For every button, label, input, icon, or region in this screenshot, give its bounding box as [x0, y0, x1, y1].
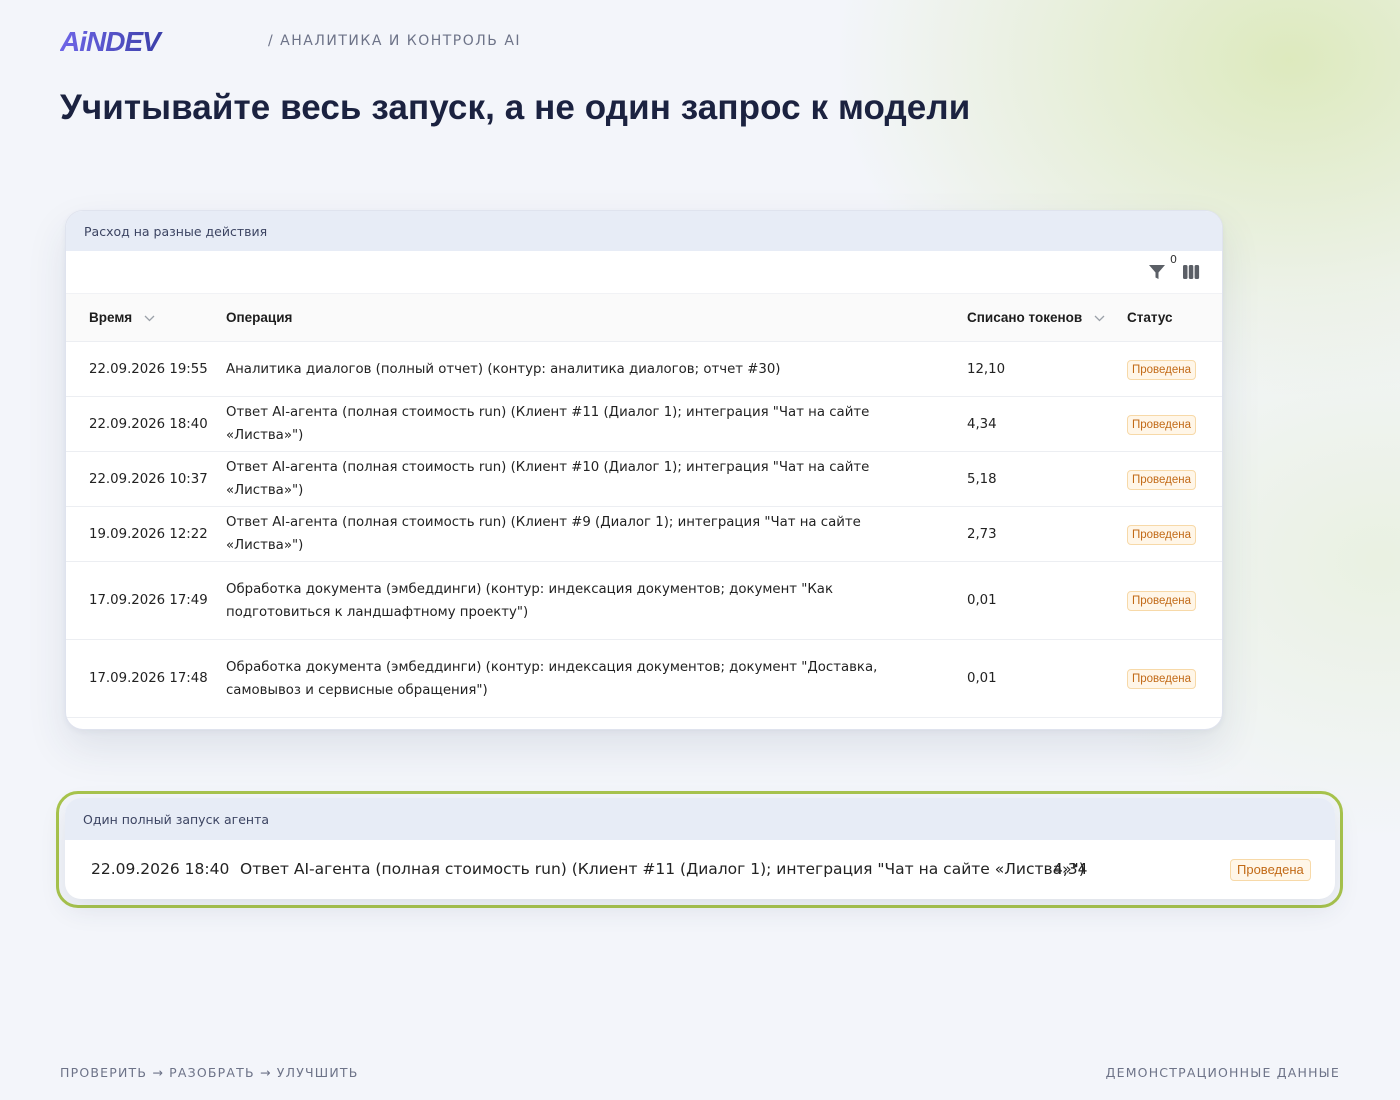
- status-badge: Проведена: [1230, 859, 1311, 881]
- cell-operation: Обработка документа (эмбеддинги) (контур…: [222, 639, 963, 718]
- footer-note: ДЕМОНСТРАЦИОННЫЕ ДАННЫЕ: [1105, 1065, 1340, 1080]
- cell-time: 17.09.2026 17:49: [66, 561, 222, 640]
- expenses-card: Расход на разные действия 0 Время Операц…: [65, 210, 1223, 730]
- column-header-time[interactable]: Время: [66, 293, 222, 342]
- filter-count: 0: [1170, 253, 1177, 266]
- section-eyebrow: / АНАЛИТИКА И КОНТРОЛЬ AI: [268, 33, 522, 49]
- table-row[interactable]: 19.09.2026 12:22 Ответ AI-агента (полная…: [66, 506, 1222, 562]
- cell-operation: Обработка документа (эмбеддинги) (контур…: [222, 561, 963, 640]
- cell-operation: Аналитика диалогов (полный отчет) (конту…: [222, 341, 963, 397]
- full-run-card-title: Один полный запуск агента: [65, 798, 1335, 840]
- cell-tokens: 2,73: [963, 506, 1125, 562]
- logo-mark-text: AiNDEV: [60, 28, 163, 54]
- full-run-card: Один полный запуск агента 22.09.2026 18:…: [65, 798, 1335, 899]
- cell-tokens: 12,10: [963, 341, 1125, 397]
- status-badge: Проведена: [1127, 524, 1197, 545]
- status-badge: Проведена: [1127, 469, 1197, 490]
- status-badge: Проведена: [1127, 359, 1197, 380]
- column-header-operation: Операция: [222, 293, 963, 342]
- brand-logo: AiNDEV: [60, 28, 242, 54]
- cell-operation: Ответ AI-агента (полная стоимость run) (…: [222, 451, 963, 507]
- table-row[interactable]: 17.09.2026 17:48 Обработка документа (эм…: [66, 639, 1222, 718]
- column-header-tokens[interactable]: Списано токенов: [963, 293, 1125, 342]
- run-tokens: 4,34: [1053, 860, 1088, 878]
- table-header-row: Время Операция Списано токенов Статус: [66, 293, 1222, 342]
- run-operation: Ответ AI-агента (полная стоимость run) (…: [240, 860, 1085, 878]
- cell-time: 22.09.2026 18:40: [66, 396, 222, 452]
- status-badge: Проведена: [1127, 669, 1197, 689]
- cell-tokens: 4,34: [963, 396, 1125, 452]
- table-row[interactable]: 17.09.2026 17:49 Обработка документа (эм…: [66, 561, 1222, 640]
- chevron-down-icon: [144, 315, 155, 322]
- cell-tokens: 0,01: [963, 639, 1125, 718]
- page-title: Учитывайте весь запуск, а не один запрос…: [60, 88, 971, 127]
- filter-icon[interactable]: [1148, 263, 1166, 281]
- footer-steps: ПРОВЕРИТЬ → РАЗОБРАТЬ → УЛУЧШИТЬ: [60, 1065, 359, 1080]
- chevron-down-icon: [1094, 315, 1105, 322]
- cell-time: 22.09.2026 19:55: [66, 341, 222, 397]
- run-row[interactable]: 22.09.2026 18:40 Ответ AI-агента (полная…: [65, 840, 1335, 899]
- run-time: 22.09.2026 18:40: [91, 860, 230, 878]
- status-badge: Проведена: [1127, 591, 1197, 611]
- table-row[interactable]: 22.09.2026 19:55 Аналитика диалогов (пол…: [66, 341, 1222, 397]
- cell-operation: Ответ AI-агента (полная стоимость run) (…: [222, 506, 963, 562]
- expenses-table: Время Операция Списано токенов Статус 22…: [66, 293, 1222, 718]
- table-row[interactable]: 22.09.2026 18:40 Ответ AI-агента (полная…: [66, 396, 1222, 452]
- cell-tokens: 5,18: [963, 451, 1125, 507]
- table-row[interactable]: 22.09.2026 10:37 Ответ AI-агента (полная…: [66, 451, 1222, 507]
- cell-time: 19.09.2026 12:22: [66, 506, 222, 562]
- expenses-card-title: Расход на разные действия: [66, 211, 1222, 251]
- cell-time: 22.09.2026 10:37: [66, 451, 222, 507]
- columns-icon[interactable]: [1182, 264, 1200, 280]
- table-toolbar: 0: [66, 251, 1222, 293]
- column-header-status: Статус: [1125, 293, 1222, 342]
- status-badge: Проведена: [1127, 414, 1197, 435]
- cell-time: 17.09.2026 17:48: [66, 639, 222, 718]
- column-header-tokens-label: Списано токенов: [967, 310, 1083, 325]
- cell-tokens: 0,01: [963, 561, 1125, 640]
- cell-operation: Ответ AI-агента (полная стоимость run) (…: [222, 396, 963, 452]
- column-header-time-label: Время: [89, 310, 133, 325]
